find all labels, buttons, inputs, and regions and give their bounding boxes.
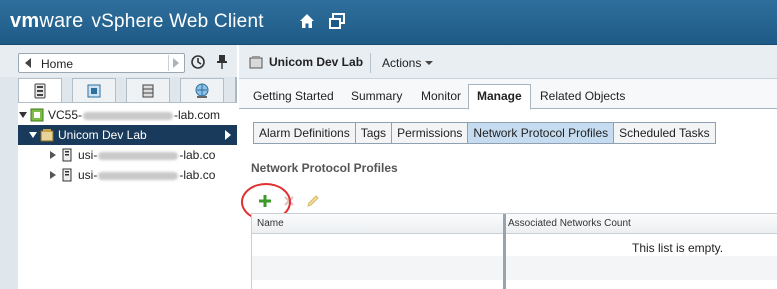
divider — [370, 53, 371, 73]
forward-arrow-icon[interactable] — [168, 55, 182, 71]
host-icon — [62, 168, 72, 182]
brand-ware: ware — [39, 10, 84, 32]
hosts-clusters-icon — [34, 83, 46, 98]
tab-summary[interactable]: Summary — [343, 85, 410, 109]
tree-item-label: usi- -lab.co — [78, 168, 216, 182]
navigate-arrow-icon[interactable] — [225, 130, 231, 140]
tree-item-host[interactable]: usi- -lab.co — [18, 165, 237, 185]
home-icon[interactable] — [298, 12, 316, 30]
tab-vms-templates[interactable] — [72, 78, 116, 102]
back-arrow-icon[interactable] — [25, 58, 31, 68]
host-icon — [62, 148, 72, 162]
navigator-panel: Home VC55- -lab.com Unicom Dev Lab usi- … — [0, 45, 237, 289]
add-icon — [259, 195, 271, 207]
expand-toggle-icon[interactable] — [48, 150, 58, 160]
navigator-tabs — [18, 78, 237, 102]
empty-list-message: This list is empty. — [632, 241, 724, 255]
object-header: Unicom Dev Lab Actions — [239, 45, 777, 79]
content-panel: Unicom Dev Lab Actions Getting Started S… — [239, 45, 777, 289]
actions-menu[interactable]: Actions — [382, 56, 434, 70]
tree-item-label: Unicom Dev Lab — [58, 128, 147, 142]
expand-toggle-icon[interactable] — [18, 110, 28, 120]
datacenter-icon — [40, 129, 54, 142]
subtab-network-protocol-profiles[interactable]: Network Protocol Profiles — [467, 122, 614, 144]
tab-getting-started[interactable]: Getting Started — [245, 85, 342, 109]
subtab-tags[interactable]: Tags — [354, 122, 392, 144]
tab-monitor[interactable]: Monitor — [413, 85, 469, 109]
column-header-name[interactable]: Name — [257, 218, 284, 229]
tree-item-label: VC55- -lab.com — [48, 108, 221, 122]
tree-item-vcenter[interactable]: VC55- -lab.com — [18, 105, 237, 125]
vms-templates-icon — [87, 84, 101, 97]
recent-windows-icon[interactable] — [328, 12, 346, 30]
datacenter-icon — [249, 56, 263, 69]
column-header-networks-count[interactable]: Associated Networks Count — [508, 218, 631, 229]
navigator-toolbar: Home — [0, 45, 237, 77]
actions-label: Actions — [382, 56, 422, 70]
list-toolbar — [257, 192, 329, 210]
tree-item-label: usi- -lab.co — [78, 148, 216, 162]
expand-toggle-icon[interactable] — [48, 170, 58, 180]
column-resize-handle[interactable] — [503, 214, 506, 289]
pin-icon[interactable] — [215, 54, 229, 70]
tab-storage[interactable] — [126, 78, 170, 102]
tab-related-objects[interactable]: Related Objects — [532, 85, 633, 109]
subtab-permissions[interactable]: Permissions — [391, 122, 468, 144]
pencil-icon — [307, 195, 319, 207]
profiles-table: Name Associated Networks Count This list… — [251, 213, 777, 289]
edit-profile-button[interactable] — [305, 193, 321, 209]
section-title: Network Protocol Profiles — [251, 161, 398, 175]
chevron-down-icon — [425, 61, 434, 65]
table-header: Name Associated Networks Count — [252, 214, 777, 234]
object-title-label: Unicom Dev Lab — [269, 55, 364, 69]
vmware-vsphere-logo: vm ware vSphere Web Client — [10, 10, 264, 33]
home-navigation-button[interactable]: Home — [18, 53, 185, 73]
tree-item-host[interactable]: usi- -lab.co — [18, 145, 237, 165]
tab-manage[interactable]: Manage — [468, 84, 531, 110]
tab-networking[interactable] — [180, 78, 224, 102]
product-name: vSphere Web Client — [91, 11, 264, 32]
main-tabs: Getting Started Summary Monitor Manage R… — [239, 79, 777, 110]
networking-icon — [195, 83, 209, 98]
sub-tabs: Alarm Definitions Tags Permissions Netwo… — [253, 122, 716, 144]
tab-hosts-clusters[interactable] — [18, 78, 62, 102]
add-profile-button[interactable] — [257, 193, 273, 209]
top-header: vm ware vSphere Web Client — [0, 0, 777, 45]
tree-item-datacenter[interactable]: Unicom Dev Lab — [18, 125, 237, 145]
delete-profile-button[interactable] — [281, 193, 297, 209]
vcenter-icon — [30, 108, 44, 122]
expand-toggle-icon[interactable] — [28, 130, 38, 140]
home-label: Home — [41, 57, 74, 71]
subtab-alarm-definitions[interactable]: Alarm Definitions — [253, 122, 355, 144]
storage-icon — [142, 84, 154, 97]
delete-icon — [284, 196, 294, 206]
brand-vm: vm — [10, 10, 40, 32]
object-title: Unicom Dev Lab — [249, 55, 363, 69]
subtab-scheduled-tasks[interactable]: Scheduled Tasks — [613, 122, 716, 144]
table-row — [252, 256, 777, 280]
history-icon[interactable] — [190, 54, 206, 70]
inventory-tree: VC55- -lab.com Unicom Dev Lab usi- -lab.co… — [18, 102, 237, 289]
